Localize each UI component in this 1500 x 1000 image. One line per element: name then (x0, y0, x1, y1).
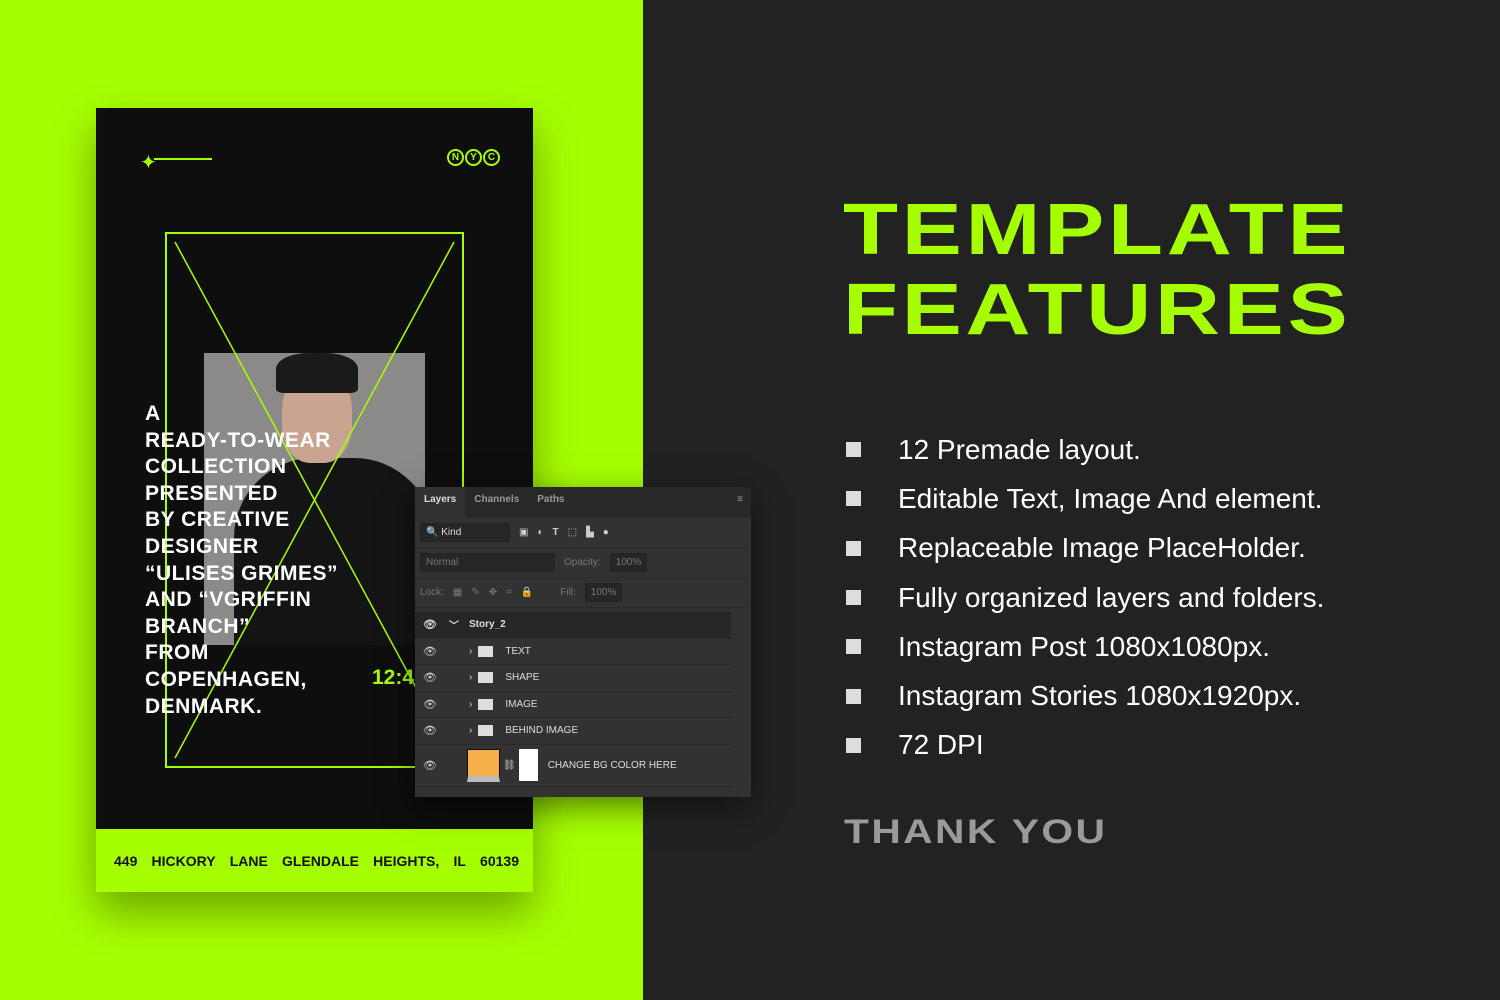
feature-list: 12 Premade layout. Editable Text, Image … (846, 425, 1324, 770)
eye-icon[interactable]: 👁 (415, 759, 445, 772)
lock-pixels-icon[interactable]: ▦ (453, 587, 462, 598)
menu-icon[interactable]: ≡ (729, 487, 751, 518)
filter-kind-select[interactable]: 🔍 Kind (420, 523, 510, 542)
thank-you-text: THANK YOU (844, 813, 1108, 851)
eye-icon[interactable]: 👁 (415, 724, 445, 737)
list-item: 12 Premade layout. (846, 425, 1324, 474)
time-text: 12:4 (372, 666, 415, 689)
filter-toggle[interactable]: ● (603, 527, 609, 538)
folder-icon (478, 698, 494, 710)
type-filter-icon[interactable]: T (553, 527, 559, 538)
brush-icon[interactable]: ✎ (471, 587, 479, 598)
layer-folder[interactable]: 👁 › TEXT (415, 639, 731, 665)
fill-label: Fill: (560, 587, 576, 598)
badge-letter: N (447, 149, 464, 166)
eye-icon[interactable]: 👁 (415, 645, 445, 658)
chevron-down-icon[interactable]: ﹀ (449, 617, 459, 632)
badge-letter: C (483, 149, 500, 166)
opacity-label: Opacity: (564, 557, 601, 568)
list-item: Replaceable Image PlaceHolder. (846, 524, 1324, 573)
nyc-badge: N Y C (447, 149, 500, 166)
folder-icon (478, 725, 494, 737)
story-text: A READY-TO-WEAR COLLECTION PRESENTED BY CREA… (145, 402, 339, 718)
shape-filter-icon[interactable]: ⬚ (568, 527, 577, 538)
layer-folder[interactable]: 👁 › SHAPE (415, 665, 731, 692)
adjustment-filter-icon[interactable]: ◐ (537, 527, 543, 538)
smart-object-filter-icon[interactable]: ▙ (586, 527, 594, 538)
mask-thumbnail[interactable] (518, 749, 538, 781)
eye-icon[interactable]: 👁 (415, 671, 445, 684)
eye-icon[interactable]: 👁 (415, 698, 445, 711)
link-icon: ⛓ (503, 759, 516, 771)
chevron-right-icon[interactable]: › (469, 646, 472, 657)
folder-icon (478, 645, 494, 657)
address-footer: 449 HICKORY LANE GLENDALE HEIGHTS, IL 60139 (96, 829, 533, 892)
layers-panel: Layers Channels Paths ≡ 🔍 Kind ▣ ◐ T ⬚ ▙… (415, 487, 751, 797)
chevron-right-icon[interactable]: › (469, 725, 472, 736)
move-icon[interactable]: ✥ (489, 587, 497, 598)
lock-label: Lock: (420, 587, 444, 598)
color-fill-thumbnail[interactable] (467, 748, 500, 782)
opacity-input[interactable]: 100% (609, 553, 648, 572)
list-item: Fully organized layers and folders. (846, 573, 1324, 622)
page-title: TEMPLATE FEATURES (843, 190, 1352, 350)
layer-folder[interactable]: 👁 › IMAGE (415, 692, 731, 718)
layer-group[interactable]: 👁 ﹀ Story_2 (415, 612, 731, 639)
chevron-right-icon[interactable]: › (469, 672, 472, 683)
layer-folder[interactable]: 👁 › BEHIND IMAGE (415, 718, 731, 745)
fill-input[interactable]: 100% (584, 583, 623, 602)
chevron-right-icon[interactable]: › (469, 699, 472, 710)
sparkle-icon: ✦ (140, 152, 157, 174)
eye-icon[interactable]: 👁 (415, 618, 445, 631)
tab-channels[interactable]: Channels (465, 487, 528, 518)
divider (154, 158, 212, 160)
list-item: Instagram Stories 1080x1920px. (846, 671, 1324, 720)
tab-layers[interactable]: Layers (415, 487, 466, 518)
lock-icon[interactable]: 🔒 (521, 587, 533, 598)
list-item: Editable Text, Image And element. (846, 474, 1324, 523)
image-filter-icon[interactable]: ▣ (519, 527, 528, 538)
list-item: Instagram Post 1080x1080px. (846, 622, 1324, 671)
artboard-icon[interactable]: ⌗ (506, 587, 512, 598)
folder-icon (478, 672, 494, 684)
blend-mode-select[interactable]: Normal (420, 553, 555, 572)
tab-paths[interactable]: Paths (528, 487, 573, 518)
list-item: 72 DPI (846, 721, 1324, 770)
layer-bg-color[interactable]: 👁 ⛓ CHANGE BG COLOR HERE (415, 745, 731, 787)
badge-letter: Y (465, 149, 482, 166)
